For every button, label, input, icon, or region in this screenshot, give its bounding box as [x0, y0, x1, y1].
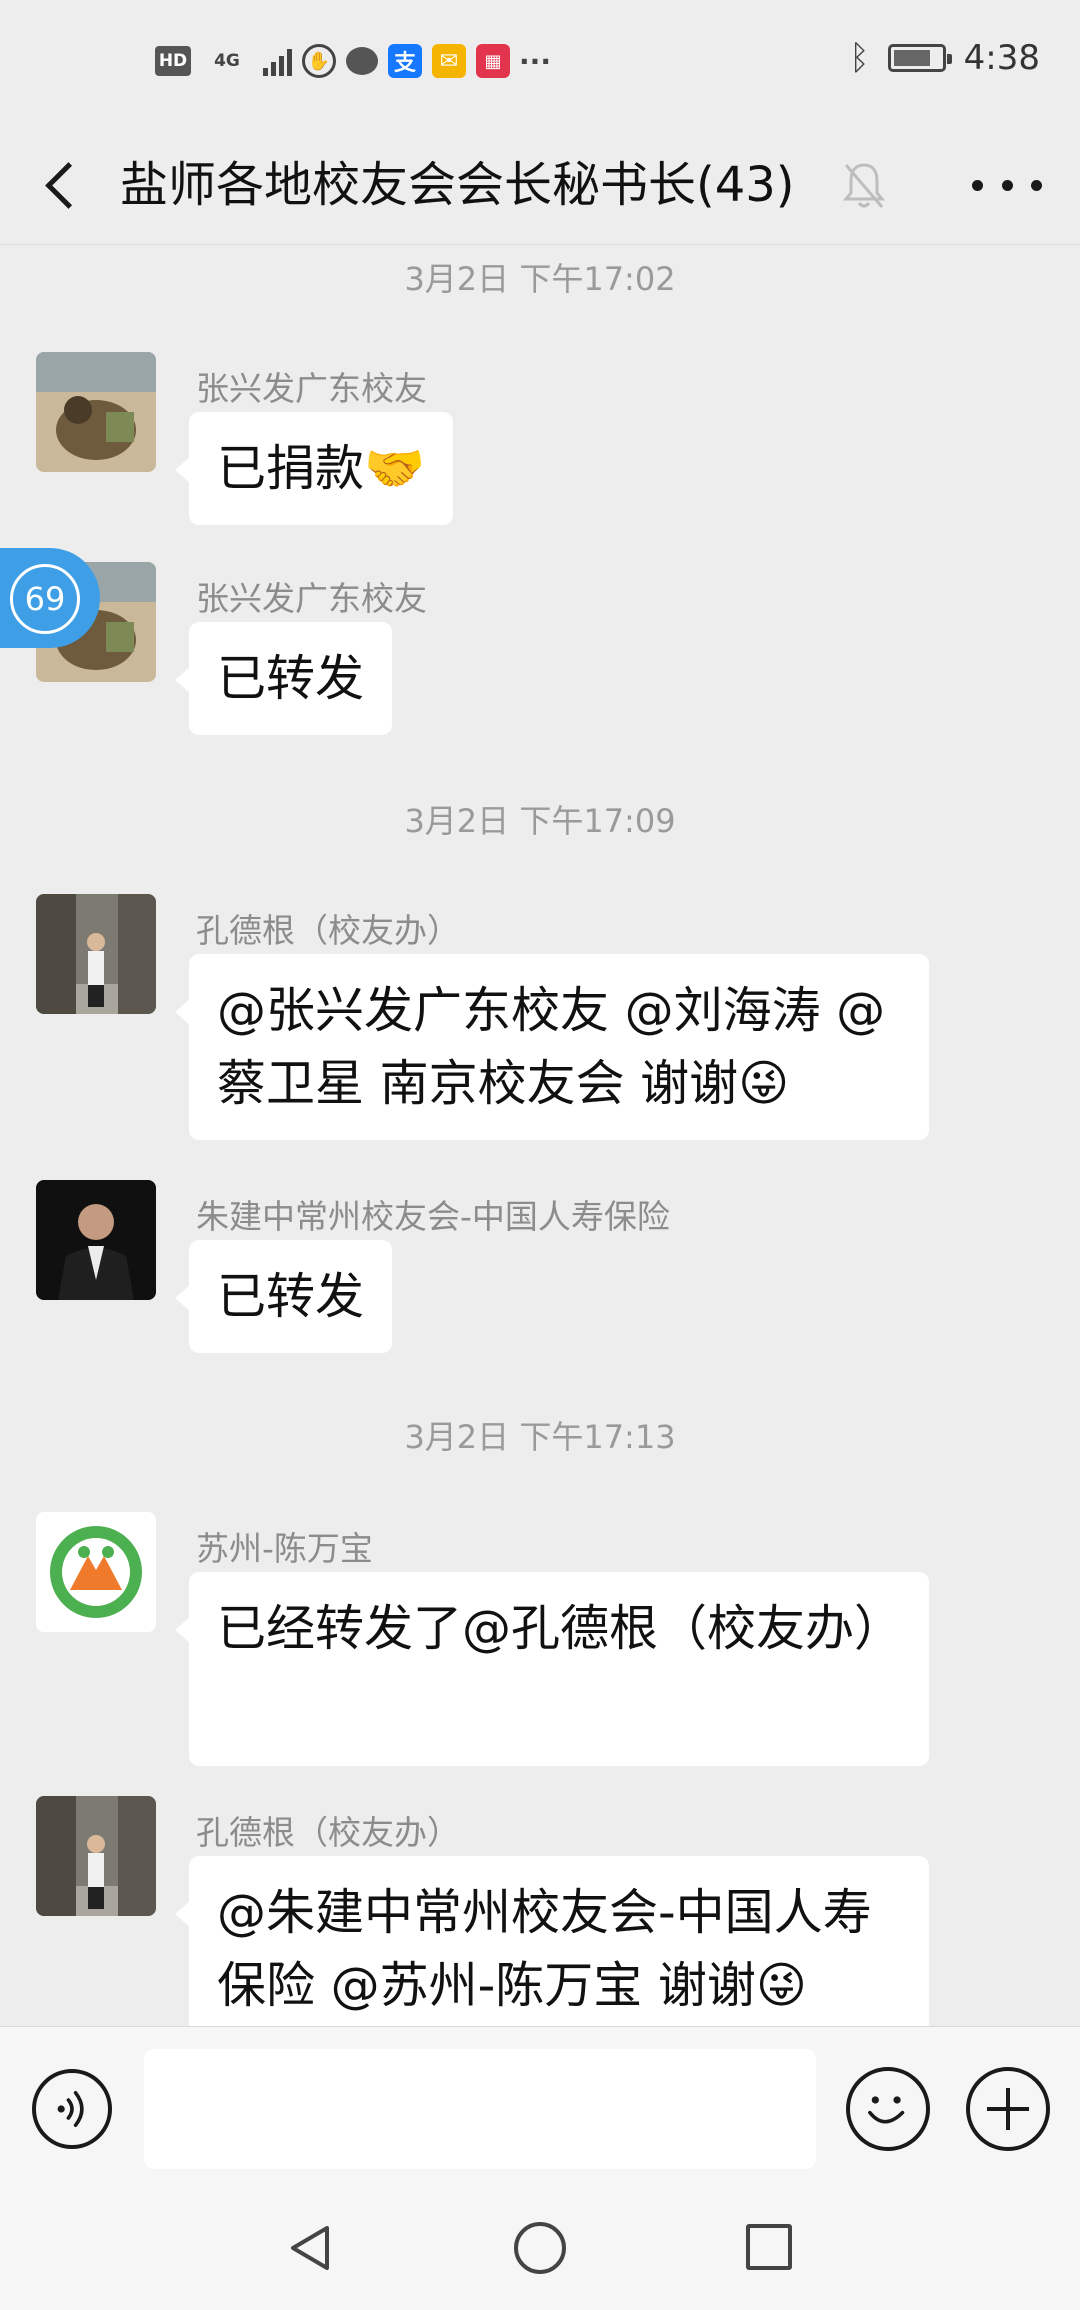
- timestamp: 3月2日 下午17:09: [404, 802, 676, 840]
- message-bubble[interactable]: 已转发: [174, 1240, 393, 1353]
- sender-name: 朱建中常州校友会-中国人寿保险: [196, 1197, 670, 1236]
- avatar[interactable]: [36, 352, 156, 472]
- message-bubble[interactable]: 已捐款🤝: [174, 412, 454, 525]
- timestamp: 3月2日 下午17:13: [404, 1418, 676, 1456]
- message-bubble[interactable]: @朱建中常州校友会-中国人寿保险 @苏州-陈万宝 谢谢😜: [175, 1856, 929, 2026]
- hand-notification-icon: ✋: [302, 44, 336, 78]
- avatar[interactable]: [36, 894, 156, 1014]
- avatar[interactable]: [36, 1180, 156, 1300]
- status-bar: HD 4G ✋ 支 ✉ ▦ ··· ᛒ 4:38: [0, 0, 1080, 125]
- message-notification-icon: [346, 47, 378, 75]
- status-icons-left: HD 4G ✋ 支 ✉ ▦ ···: [155, 44, 551, 78]
- avatar[interactable]: [36, 1512, 156, 1632]
- nav-home-icon[interactable]: [514, 2222, 566, 2274]
- avatar[interactable]: [36, 1796, 156, 1916]
- voice-input-icon[interactable]: [32, 2069, 112, 2149]
- sender-name: 苏州-陈万宝: [196, 1529, 373, 1568]
- message-bubble[interactable]: 已转发: [174, 622, 393, 735]
- message-bubble[interactable]: 已经转发了@孔德根（校友办）: [175, 1572, 929, 1766]
- plus-icon[interactable]: [966, 2067, 1050, 2151]
- network-type-icon: 4G: [214, 51, 240, 71]
- timestamp: 3月2日 下午17:02: [404, 260, 676, 298]
- chat-title: 盐师各地校友会会长秘书长(43): [120, 157, 795, 213]
- battery-icon: [887, 44, 952, 72]
- app-notification-icon: ▦: [476, 44, 510, 78]
- nav-recent-apps-icon[interactable]: [746, 2224, 792, 2270]
- unread-count: 69: [10, 564, 80, 634]
- alipay-notification-icon: 支: [388, 44, 422, 78]
- bluetooth-icon: ᛒ: [849, 38, 870, 78]
- signal-icon: [263, 46, 292, 76]
- emoji-icon[interactable]: [846, 2067, 930, 2151]
- sender-name: 孔德根（校友办）: [196, 1813, 460, 1852]
- nav-back-icon[interactable]: [283, 2220, 339, 2276]
- mail-notification-icon: ✉: [432, 44, 466, 78]
- hd-icon: HD: [155, 46, 191, 76]
- more-options-icon[interactable]: [972, 157, 1042, 213]
- muted-bell-icon: [842, 163, 886, 208]
- chat-header: 盐师各地校友会会长秘书长(43): [0, 125, 1080, 245]
- status-icons-right: ᛒ 4:38: [849, 38, 1040, 78]
- sender-name: 张兴发广东校友: [196, 369, 427, 408]
- message-list[interactable]: 3月2日 下午17:02 张兴发广东校友 已捐款🤝 张兴发广东校友 已转发 3月…: [0, 246, 1080, 2026]
- message-bubble[interactable]: @张兴发广东校友 @刘海涛 @蔡卫星 南京校友会 谢谢😜: [175, 954, 929, 1140]
- unread-count-badge[interactable]: 69: [0, 548, 100, 648]
- input-bar: [0, 2026, 1080, 2190]
- sender-name: 张兴发广东校友: [196, 579, 427, 618]
- clock: 4:38: [963, 38, 1040, 78]
- back-arrow-icon[interactable]: [38, 153, 88, 217]
- system-navigation-bar: [0, 2190, 1080, 2310]
- more-notifications-icon: ···: [519, 44, 551, 78]
- sender-name: 孔德根（校友办）: [196, 911, 460, 950]
- message-input[interactable]: [144, 2049, 816, 2169]
